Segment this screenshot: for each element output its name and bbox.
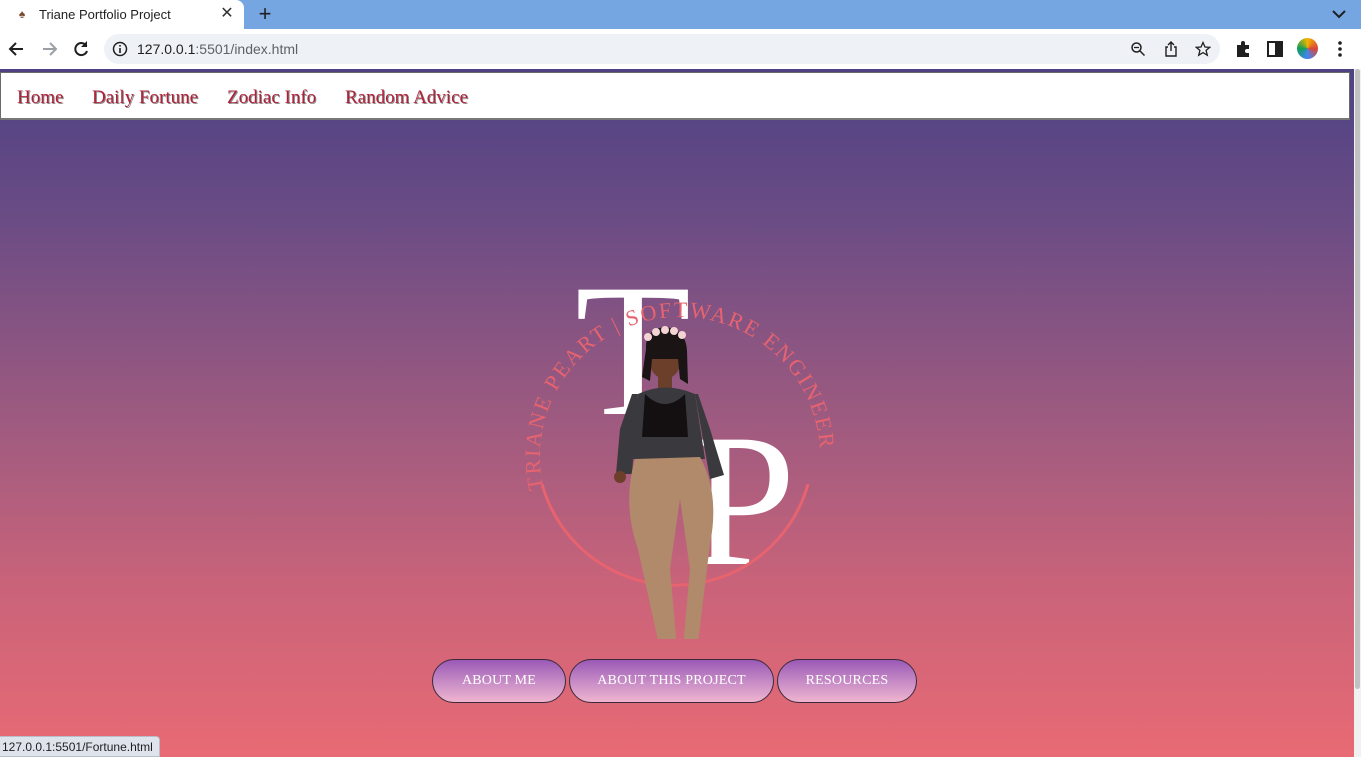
tab-strip: ♠ Triane Portfolio Project ✕ + [0, 0, 1361, 29]
forward-icon[interactable] [39, 39, 59, 59]
url-text[interactable]: 127.0.0.1:5501/index.html [137, 41, 298, 57]
share-icon[interactable] [1163, 41, 1179, 57]
zoom-icon[interactable] [1130, 41, 1146, 57]
reload-icon[interactable] [71, 39, 91, 59]
about-me-button[interactable]: ABOUT ME [432, 659, 566, 703]
nav-link-daily-fortune[interactable]: Daily Fortune [92, 87, 198, 109]
url-path: :5501/index.html [195, 41, 299, 57]
tp-logo: T P TRIANE PEART | SOFTWARE ENGINEER [520, 269, 838, 639]
tab-title: Triane Portfolio Project [39, 7, 171, 22]
status-bubble: 127.0.0.1:5501/Fortune.html [0, 736, 160, 757]
nav-link-random-advice[interactable]: Random Advice [345, 87, 468, 109]
site-navbar: Home Daily Fortune Zodiac Info Random Ad… [0, 72, 1350, 120]
resources-button[interactable]: RESOURCES [777, 659, 917, 703]
nav-link-zodiac-info[interactable]: Zodiac Info [227, 87, 316, 109]
chevron-down-icon[interactable] [1330, 6, 1348, 22]
info-icon[interactable] [112, 41, 128, 57]
profile-avatar[interactable] [1297, 38, 1318, 59]
browser-toolbar: 127.0.0.1:5501/index.html [0, 29, 1361, 69]
side-panel-icon[interactable] [1265, 39, 1285, 59]
active-tab[interactable]: ♠ Triane Portfolio Project ✕ [0, 0, 244, 29]
about-this-project-button[interactable]: ABOUT THIS PROJECT [569, 659, 774, 703]
extensions-icon[interactable] [1233, 39, 1253, 59]
favicon-icon: ♠ [18, 7, 26, 21]
url-host: 127.0.0.1 [137, 41, 196, 57]
scrollbar-thumb[interactable] [1355, 69, 1360, 689]
new-tab-icon[interactable]: + [255, 3, 275, 25]
nav-link-home[interactable]: Home [17, 87, 63, 109]
star-icon[interactable] [1195, 41, 1211, 57]
close-tab-icon[interactable]: ✕ [218, 5, 236, 23]
page-viewport: Home Daily Fortune Zodiac Info Random Ad… [0, 69, 1354, 757]
menu-icon[interactable] [1330, 39, 1350, 59]
page-scrollbar[interactable] [1354, 69, 1361, 757]
back-icon[interactable] [7, 39, 27, 59]
address-bar[interactable]: 127.0.0.1:5501/index.html [104, 34, 1220, 64]
